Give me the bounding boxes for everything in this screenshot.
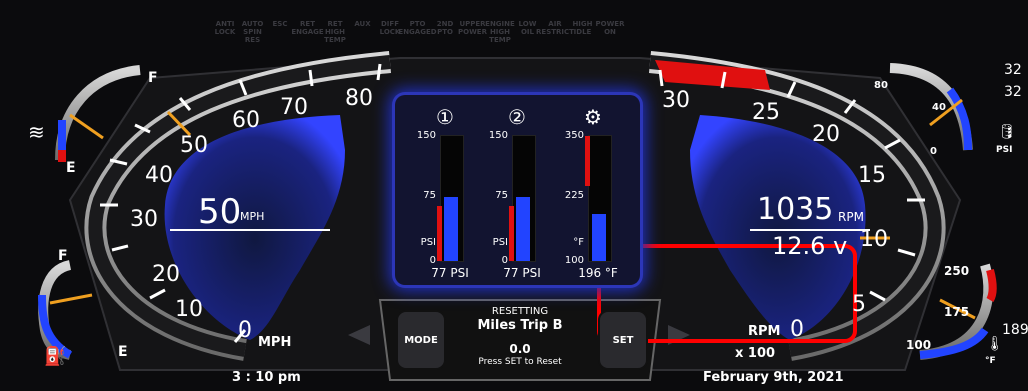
gauge-3-bottom-label: 100 [564, 255, 584, 266]
voltage-value: 12.6 v [772, 232, 848, 260]
temp-unit: °F [985, 356, 996, 366]
gauge-1-reading: 77 PSI [431, 266, 469, 280]
speedo-tick-50: 50 [180, 133, 208, 158]
speed-unit-small: MPH [240, 210, 265, 223]
oil-tick-40: 40 [932, 102, 946, 113]
clock-time: 3 : 10 pm [232, 370, 301, 385]
gauge-1-unit-label: PSI [420, 237, 436, 248]
coolant-level-icon: ≋ [28, 120, 45, 144]
gauge-3-unit-label: °F [573, 237, 584, 248]
current-date: February 9th, 2021 [703, 370, 844, 385]
fuel-full-label: F [148, 70, 158, 86]
gauge-1-icon: ① [436, 105, 454, 129]
gauge-3-column [585, 135, 612, 262]
speedo-tick-40: 40 [145, 163, 173, 188]
gauge-2-top-label: 150 [488, 130, 508, 141]
gauge-redzone [437, 206, 442, 261]
instrument-cluster: ANTI LOCK AUTO SPIN RES ESC RET ENGAGE RET H… [0, 0, 1028, 391]
fuel-pump-icon: ⛽ [44, 346, 67, 367]
gauge-2-reading: 77 PSI [503, 266, 541, 280]
temp-tick-250: 250 [944, 264, 970, 278]
def-full-label: F [58, 248, 68, 264]
speedo-tick-60: 60 [232, 108, 260, 133]
temp-readout: 189 [1002, 322, 1028, 338]
def-needle [49, 293, 93, 305]
gauge-fill [444, 197, 458, 261]
speedo-tick-70: 70 [280, 95, 308, 120]
gauge-redzone [509, 206, 514, 261]
fuel-empty-label: E [66, 160, 76, 176]
thermometer-icon: 🌡 [986, 336, 1004, 352]
gauge-2-column [509, 135, 536, 262]
gauge-1-mid-label: 75 [423, 190, 436, 201]
speedo-tick-0: 0 [238, 318, 252, 343]
temp-tick-100: 100 [906, 338, 932, 352]
oil-can-icon: 🛢 [998, 124, 1016, 140]
temp-tick-175: 175 [944, 305, 970, 319]
oil-readout-a: 32 [1004, 62, 1022, 78]
speedo-tick-30: 30 [130, 207, 158, 232]
rpm-unit: RPM [838, 210, 864, 224]
gauge-3-icon: ⚙ [584, 105, 602, 129]
mode-button[interactable]: MODE [396, 310, 446, 370]
gauge-3-mid-label: 225 [564, 190, 584, 201]
tach-tick-20: 20 [812, 122, 840, 147]
gauge-redzone [585, 136, 590, 186]
fuel-needle [69, 113, 104, 140]
def-empty-label: E [118, 344, 128, 360]
speed-value: 50 [198, 192, 242, 232]
gauge-1-column [437, 135, 464, 262]
gauge-fill [592, 213, 606, 261]
tach-tick-15: 15 [858, 163, 886, 188]
gauge-1-top-label: 150 [416, 130, 436, 141]
tach-tick-30: 30 [662, 88, 690, 113]
tach-tick-5: 5 [852, 292, 866, 317]
speed-unit-label: MPH [258, 335, 292, 350]
gauge-fill [516, 197, 530, 261]
trip-value: 0.0 [509, 342, 531, 356]
gauge-2-bottom-label: 0 [501, 255, 508, 266]
trip-name: Miles Trip B [477, 318, 563, 333]
trip-hint: Press SET to Reset [478, 357, 562, 367]
speedo-tick-20: 20 [152, 262, 180, 287]
tach-tick-25: 25 [752, 100, 780, 125]
gauge-2-unit-label: PSI [492, 237, 508, 248]
rpm-value: 1035 [757, 192, 834, 227]
indicator-label: POWER ON [595, 20, 625, 36]
rpm-multiplier: x 100 [735, 346, 776, 361]
gauge-3-top-label: 350 [564, 130, 584, 141]
rpm-label: RPM [748, 324, 781, 339]
trip-status: RESETTING [491, 306, 549, 317]
gauge-2-icon: ② [508, 105, 526, 129]
oil-tick-0: 0 [930, 146, 937, 157]
gauge-2-mid-label: 75 [495, 190, 508, 201]
tach-tick-10: 10 [860, 227, 888, 252]
oil-readout-b: 32 [1004, 84, 1022, 100]
oil-unit: PSI [996, 145, 1013, 155]
speedo-tick-10: 10 [175, 297, 203, 322]
tach-tick-0: 0 [790, 317, 804, 342]
oil-tick-80: 80 [874, 80, 888, 91]
gauge-3-reading: 196 °F [578, 266, 618, 280]
gauge-1-bottom-label: 0 [429, 255, 436, 266]
set-button[interactable]: SET [598, 310, 648, 370]
speedo-tick-80: 80 [345, 86, 373, 111]
